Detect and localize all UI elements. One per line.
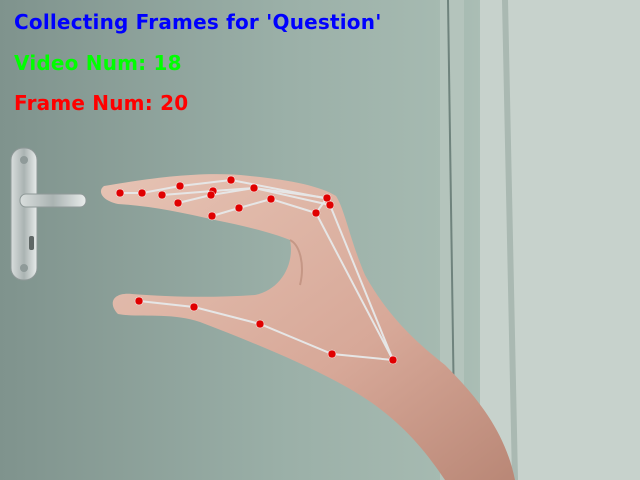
frame-number-label: Frame Num: 20 bbox=[14, 91, 189, 115]
collecting-frames-title: Collecting Frames for 'Question' bbox=[14, 10, 382, 34]
video-number-label: Video Num: 18 bbox=[14, 51, 182, 75]
